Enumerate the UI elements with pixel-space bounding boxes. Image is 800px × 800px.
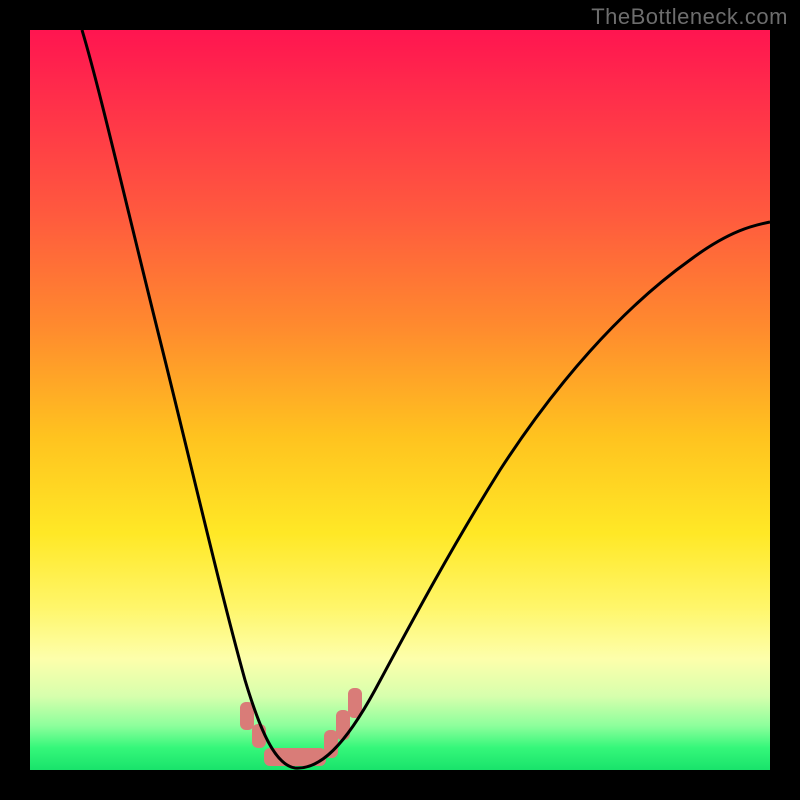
- outer-frame: TheBottleneck.com: [0, 0, 800, 800]
- bottleneck-curve: [30, 30, 770, 770]
- plot-area: [30, 30, 770, 770]
- watermark-text: TheBottleneck.com: [591, 4, 788, 30]
- curve-path: [82, 30, 770, 768]
